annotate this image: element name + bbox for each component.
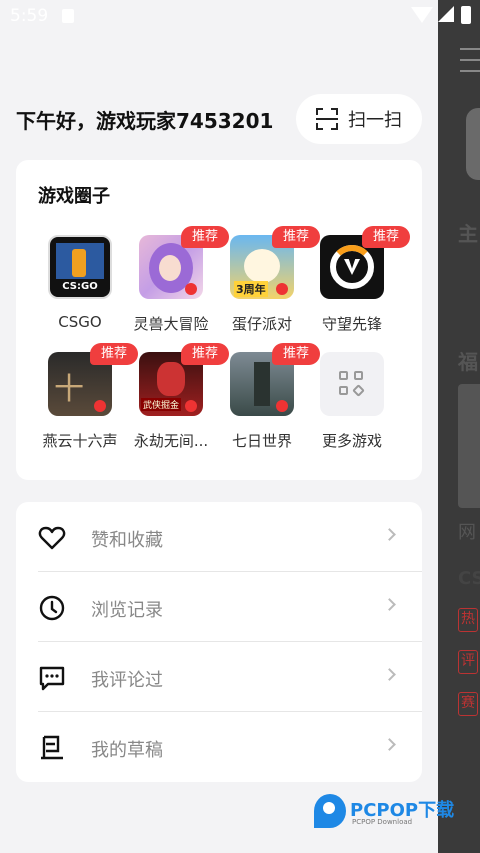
menu-item-label: 赞和收藏 (91, 530, 163, 551)
game-name: 守望先锋 (321, 315, 382, 333)
game-item-yanyun[interactable]: 十廿 推荐 燕云十六声 (32, 343, 138, 462)
menu-item-history[interactable]: 浏览记录 (16, 572, 422, 642)
menu-item-label: 我评论过 (91, 670, 163, 691)
menu-item-drafts[interactable]: 我的草稿 (16, 712, 422, 782)
side-drawer: 下午好，游戏玩家7453201 扫一扫 游戏圈子 CS:GO CSGO 推荐 灵… (0, 0, 438, 853)
chevron-right-icon (383, 668, 396, 681)
game-item-overwatch[interactable]: 推荐 守望先锋 (304, 226, 410, 345)
menu-item-likes[interactable]: 赞和收藏 (16, 502, 422, 572)
game-name: 永劫无间... (133, 432, 209, 450)
hamburger-icon (460, 48, 480, 81)
game-item-qiri[interactable]: 推荐 七日世界 (214, 343, 320, 462)
game-item-danzai[interactable]: 3周年 推荐 蛋仔派对 (214, 226, 320, 345)
chevron-right-icon (383, 738, 396, 751)
game-item-csgo[interactable]: CS:GO CSGO (32, 235, 124, 345)
csgo-icon-text: CS:GO (62, 281, 98, 292)
game-name: CSGO (58, 313, 102, 331)
background-tab-text: 主 (458, 222, 478, 246)
game-name: 更多游戏 (321, 432, 382, 450)
comment-icon (39, 666, 65, 691)
background-heading-text: CS (458, 568, 480, 589)
grid-icon (320, 352, 384, 416)
danzai-icon-text: 3周年 (234, 281, 268, 297)
scan-label: 扫一扫 (348, 110, 402, 131)
recommend-badge: 推荐 (362, 226, 410, 248)
background-section-text: 福 (458, 350, 478, 374)
status-bar: 5:59 (0, 0, 480, 32)
menu-item-label: 浏览记录 (91, 600, 163, 621)
chevron-right-icon (383, 528, 396, 541)
signal-icon (438, 6, 454, 22)
game-circle-title: 游戏圈子 (38, 186, 110, 207)
status-time: 5:59 (10, 6, 49, 26)
background-app-panel: 主 福 网 CS 热 评 赛 (438, 0, 480, 853)
background-card (466, 108, 480, 180)
game-item-more[interactable]: 更多游戏 (304, 352, 396, 462)
game-circle-card: 游戏圈子 CS:GO CSGO 推荐 灵兽大冒险 3周年 推荐 蛋仔派对 推荐 … (16, 160, 422, 480)
chevron-right-icon (383, 598, 396, 611)
notification-icon (62, 9, 74, 23)
game-item-yongjie[interactable]: 武侠掘金 推荐 永劫无间... (123, 343, 229, 462)
wifi-icon (411, 7, 433, 23)
game-name: 七日世界 (231, 432, 292, 450)
game-name: 蛋仔派对 (231, 315, 292, 333)
csgo-icon: CS:GO (48, 235, 112, 299)
greeting-text: 下午好，游戏玩家7453201 (16, 109, 274, 133)
game-name: 灵兽大冒险 (133, 315, 209, 333)
scan-button[interactable]: 扫一扫 (296, 94, 422, 144)
scan-icon (316, 108, 338, 130)
background-tag: 评 (458, 650, 478, 674)
menu-item-comments[interactable]: 我评论过 (16, 642, 422, 712)
watermark-subtext: PCPOP Download (352, 818, 413, 826)
clock-icon (39, 595, 65, 621)
game-item-lingshou[interactable]: 推荐 灵兽大冒险 (123, 226, 229, 345)
heart-icon (38, 526, 66, 550)
pcpop-logo-icon (314, 794, 346, 828)
watermark-logo: PCPOP下载 PCPOP Download (314, 790, 474, 830)
menu-item-label: 我的草稿 (91, 740, 163, 761)
drawer-header: 下午好，游戏玩家7453201 扫一扫 (16, 92, 422, 146)
draft-icon (41, 735, 63, 760)
background-image (458, 384, 480, 508)
background-label-text: 网 (458, 522, 476, 543)
background-tag: 赛 (458, 692, 478, 716)
yongjie-icon-text: 武侠掘金 (141, 398, 182, 411)
game-name: 燕云十六声 (42, 432, 118, 450)
menu-card: 赞和收藏 浏览记录 我评论过 我的草稿 (16, 502, 422, 782)
background-tag: 热 (458, 608, 478, 632)
battery-icon (461, 6, 471, 24)
